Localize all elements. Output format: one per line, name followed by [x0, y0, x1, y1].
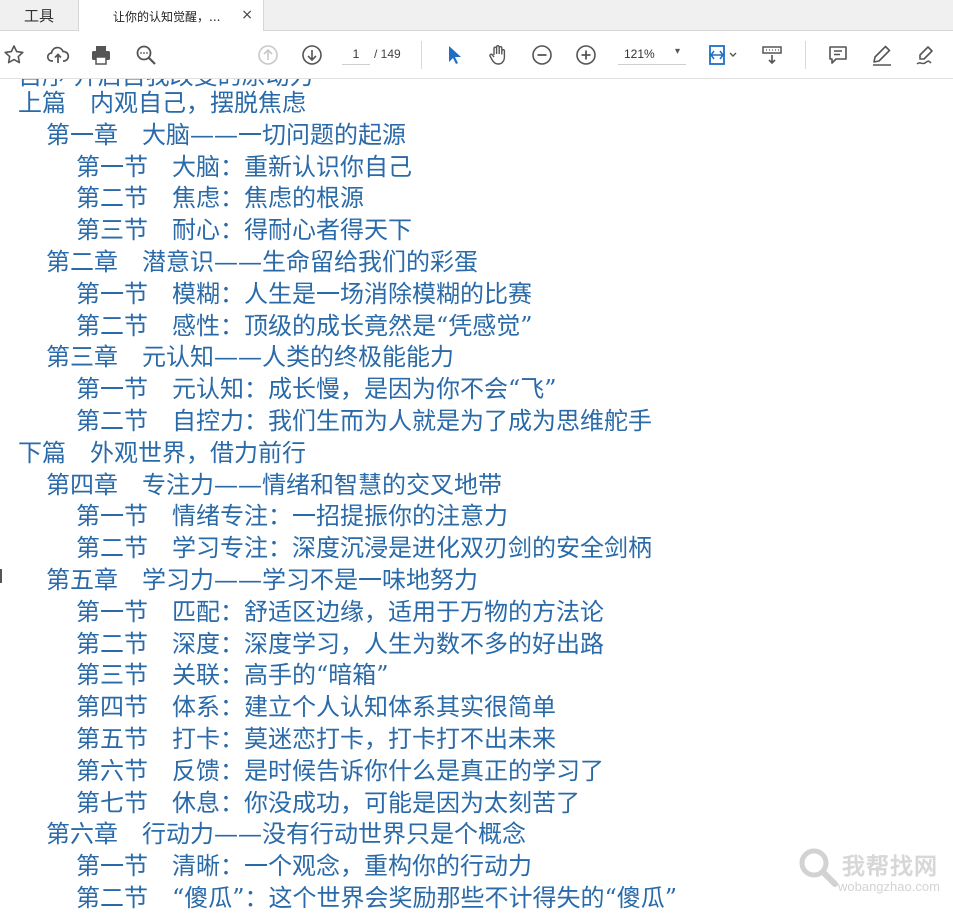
- toc-section-item[interactable]: 第三节 耐心：得耐心者得天下: [76, 215, 412, 245]
- toc-section-item[interactable]: 第一节 匹配：舒适区边缘，适用于万物的方法论: [76, 597, 604, 627]
- document-viewport[interactable]: 自序 开启自我改变的原动力 上篇 内观自己，摆脱焦虑第一章 大脑——一切问题的起…: [0, 79, 953, 914]
- tab-tools-label: 工具: [23, 7, 54, 25]
- toc-part-heading[interactable]: 下篇 外观世界，借力前行: [18, 438, 306, 468]
- tab-bar: 工具 让你的认知觉醒，... ×: [0, 0, 953, 32]
- zoom-value: 121%: [624, 47, 655, 61]
- toc-section-item[interactable]: 第一节 大脑：重新认识你自己: [76, 152, 412, 182]
- select-arrow-icon[interactable]: [440, 41, 468, 69]
- close-icon[interactable]: ×: [241, 7, 253, 23]
- scroll-mode-icon[interactable]: [758, 41, 786, 69]
- toc-chapter-heading[interactable]: 第三章 元认知——人类的终极能能力: [46, 342, 454, 372]
- toc-chapter-heading[interactable]: 第六章 行动力——没有行动世界只是个概念: [46, 819, 526, 849]
- toc-section-item[interactable]: 第一节 元认知：成长慢，是因为你不会“飞”: [76, 374, 557, 404]
- print-icon[interactable]: [87, 41, 115, 69]
- toc-section-item[interactable]: 第六节 反馈：是时候告诉你什么是真正的学习了: [76, 756, 604, 786]
- toc-chapter-heading[interactable]: 第四章 专注力——情绪和智慧的交叉地带: [46, 470, 502, 500]
- toolbar-divider: [421, 41, 422, 69]
- scroll-marker: [0, 569, 2, 583]
- toc-section-item[interactable]: 第二节 自控力：我们生而为人就是为了成为思维舵手: [76, 406, 652, 436]
- page-up-icon[interactable]: [254, 41, 282, 69]
- chevron-down-icon: ▾: [674, 46, 680, 57]
- page-total: / 149: [374, 47, 401, 61]
- toc-chapter-heading[interactable]: 第二章 潜意识——生命留给我们的彩蛋: [46, 247, 478, 277]
- zoom-in-icon[interactable]: [572, 41, 600, 69]
- toc-section-item[interactable]: 第四节 体系：建立个人认知体系其实很简单: [76, 692, 556, 722]
- watermark-cn: 我帮找网: [842, 854, 938, 880]
- tab-document-label: 让你的认知觉醒，...: [113, 9, 221, 24]
- toolbar: / 149 121% ▾: [0, 31, 953, 79]
- star-icon[interactable]: [0, 41, 28, 69]
- tab-tools[interactable]: 工具: [0, 0, 78, 31]
- cloud-upload-icon[interactable]: [44, 41, 72, 69]
- toolbar-divider: [805, 41, 806, 69]
- zoom-select[interactable]: 121% ▾: [618, 43, 686, 65]
- toc-section-item[interactable]: 第一节 清晰：一个观念，重构你的行动力: [76, 851, 532, 881]
- toc-section-item[interactable]: 第二节 感性：顶级的成长竟然是“凭感觉”: [76, 311, 533, 341]
- toc-section-item[interactable]: 第二节 学习专注：深度沉浸是进化双刃剑的安全剑柄: [76, 533, 652, 563]
- page-down-icon[interactable]: [298, 41, 326, 69]
- zoom-out-icon[interactable]: [528, 41, 556, 69]
- search-icon[interactable]: [132, 41, 160, 69]
- fit-page-icon[interactable]: [702, 41, 742, 69]
- toc-part-heading[interactable]: 上篇 内观自己，摆脱焦虑: [18, 88, 306, 118]
- toc-section-item[interactable]: 第三节 关联：高手的“暗箱”: [76, 660, 389, 690]
- toc-section-item[interactable]: 第一节 模糊：人生是一场消除模糊的比赛: [76, 279, 532, 309]
- toc-section-item[interactable]: 第七节 休息：你没成功，可能是因为太刻苦了: [76, 788, 580, 818]
- watermark: 我帮找网 wobangzhao.com: [796, 841, 952, 901]
- toc-section-item[interactable]: 第二节 焦虑：焦虑的根源: [76, 183, 364, 213]
- toc-chapter-heading[interactable]: 第一章 大脑——一切问题的起源: [46, 120, 406, 150]
- toc-section-item[interactable]: 第二节 深度：深度学习，人生为数不多的好出路: [76, 629, 604, 659]
- toc-section-item[interactable]: 第二节 “傻瓜”：这个世界会奖励那些不计得失的“傻瓜”: [76, 883, 677, 913]
- toc-section-item[interactable]: 第一节 情绪专注：一招提振你的注意力: [76, 501, 508, 531]
- hand-tool-icon[interactable]: [484, 41, 512, 69]
- watermark-en: wobangzhao.com: [838, 879, 940, 894]
- magnifier-icon: [799, 848, 838, 887]
- tab-document[interactable]: 让你的认知觉醒，... ×: [78, 0, 264, 32]
- page-number-input[interactable]: [342, 43, 370, 65]
- toc-section-item[interactable]: 第五节 打卡：莫迷恋打卡，打卡打不出未来: [76, 724, 556, 754]
- toc-chapter-heading[interactable]: 第五章 学习力——学习不是一味地努力: [46, 565, 478, 595]
- comment-icon[interactable]: [824, 41, 852, 69]
- highlight-pen-icon[interactable]: [868, 41, 896, 69]
- sign-icon[interactable]: [912, 41, 940, 69]
